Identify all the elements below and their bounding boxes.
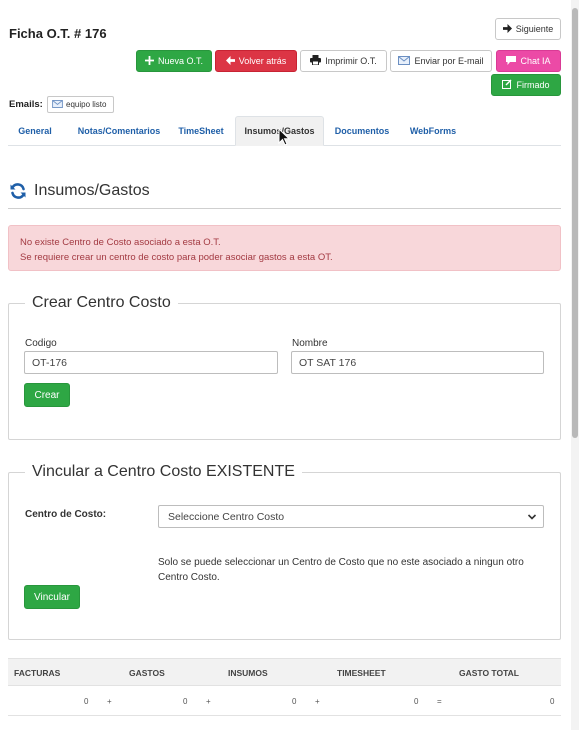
totals-header-insumos: INSUMOS xyxy=(228,668,268,678)
chat-ia-button[interactable]: Chat IA xyxy=(496,50,561,72)
nombre-input[interactable] xyxy=(291,351,544,374)
page-scrollbar-thumb[interactable] xyxy=(572,8,578,438)
cost-center-select-value: Seleccione Centro Costo xyxy=(168,510,285,523)
arrow-left-icon xyxy=(225,55,235,67)
emails-label: Emails: xyxy=(9,99,43,110)
tab-webforms[interactable]: WebForms xyxy=(405,116,461,146)
tab-documentos[interactable]: Documentos xyxy=(330,116,394,146)
link-cost-center-legend: Vincular a Centro Costo EXISTENTE xyxy=(25,463,302,481)
warning-alert: No existe Centro de Costo asociado a est… xyxy=(8,225,561,271)
operator-plus: + xyxy=(107,697,112,706)
centro-costo-label: Centro de Costo: xyxy=(25,509,107,520)
chevron-down-icon xyxy=(527,514,537,520)
alert-line-2: Se requiere crear un centro de costo par… xyxy=(20,252,333,263)
create-button[interactable]: Crear xyxy=(24,383,70,407)
back-label: Volver atrás xyxy=(238,56,287,66)
total-facturas-value: 0 xyxy=(84,697,89,706)
next-button-label: Siguiente xyxy=(515,24,554,34)
print-button[interactable]: Imprimir O.T. xyxy=(300,50,387,72)
codigo-input[interactable] xyxy=(24,351,278,374)
email-button[interactable]: Enviar por E-mail xyxy=(390,50,492,72)
signed-button[interactable]: Firmado xyxy=(491,74,561,96)
envelope-icon xyxy=(52,99,63,110)
chat-bubble-icon xyxy=(506,55,517,67)
total-gastos-value: 0 xyxy=(183,697,188,706)
chat-ia-label: Chat IA xyxy=(520,56,551,66)
totals-header-facturas: FACTURAS xyxy=(14,668,61,678)
alert-line-1: No existe Centro de Costo asociado a est… xyxy=(20,237,221,248)
totals-header-gastos: GASTOS xyxy=(129,668,165,678)
operator-plus: + xyxy=(315,697,320,706)
envelope-icon xyxy=(398,55,411,67)
section-title: Insumos/Gastos xyxy=(34,182,150,199)
total-gasto-total-value: 0 xyxy=(550,697,555,706)
link-help-line-1: Solo se puede seleccionar un Centro de C… xyxy=(158,557,524,568)
tab-general[interactable]: General xyxy=(10,116,60,146)
operator-equals: = xyxy=(437,697,442,706)
codigo-label: Codigo xyxy=(25,338,57,349)
mouse-cursor-icon xyxy=(278,128,290,146)
nombre-label: Nombre xyxy=(292,338,328,349)
back-button[interactable]: Volver atrás xyxy=(215,50,297,72)
email-label: Enviar por E-mail xyxy=(414,56,484,66)
email-chip[interactable]: equipo listo xyxy=(47,96,114,113)
email-chip-label: equipo listo xyxy=(66,100,107,109)
link-help-line-2: Centro Costo. xyxy=(158,572,220,583)
new-ot-label: Nueva O.T. xyxy=(157,56,204,66)
totals-value-row: 0 + 0 + 0 + 0 = 0 xyxy=(8,686,561,716)
total-insumos-value: 0 xyxy=(292,697,297,706)
page-title: Ficha O.T. # 176 xyxy=(9,26,107,41)
edit-square-icon xyxy=(502,79,512,91)
tab-timesheet[interactable]: TimeSheet xyxy=(174,116,228,146)
link-button[interactable]: Vincular xyxy=(24,585,80,609)
totals-header-timesheet: TIMESHEET xyxy=(337,668,386,678)
next-button[interactable]: Siguiente xyxy=(495,18,561,40)
plus-icon xyxy=(144,55,154,67)
arrow-right-icon xyxy=(502,23,512,35)
section-divider xyxy=(8,208,561,209)
totals-header-gasto-total: GASTO TOTAL xyxy=(459,668,519,678)
cost-center-select[interactable]: Seleccione Centro Costo xyxy=(158,505,544,528)
create-cost-center-legend: Crear Centro Costo xyxy=(25,294,178,312)
totals-header-row: FACTURAS GASTOS INSUMOS TIMESHEET GASTO … xyxy=(8,658,561,686)
operator-plus: + xyxy=(206,697,211,706)
refresh-icon[interactable] xyxy=(9,182,27,200)
signed-label: Firmado xyxy=(516,80,550,90)
printer-icon xyxy=(310,55,322,67)
link-help-text: Solo se puede seleccionar un Centro de C… xyxy=(158,555,548,585)
total-timesheet-value: 0 xyxy=(414,697,419,706)
print-label: Imprimir O.T. xyxy=(325,56,377,66)
tab-notas-comentarios[interactable]: Notas/Comentarios xyxy=(68,116,170,146)
new-ot-button[interactable]: Nueva O.T. xyxy=(136,50,212,72)
